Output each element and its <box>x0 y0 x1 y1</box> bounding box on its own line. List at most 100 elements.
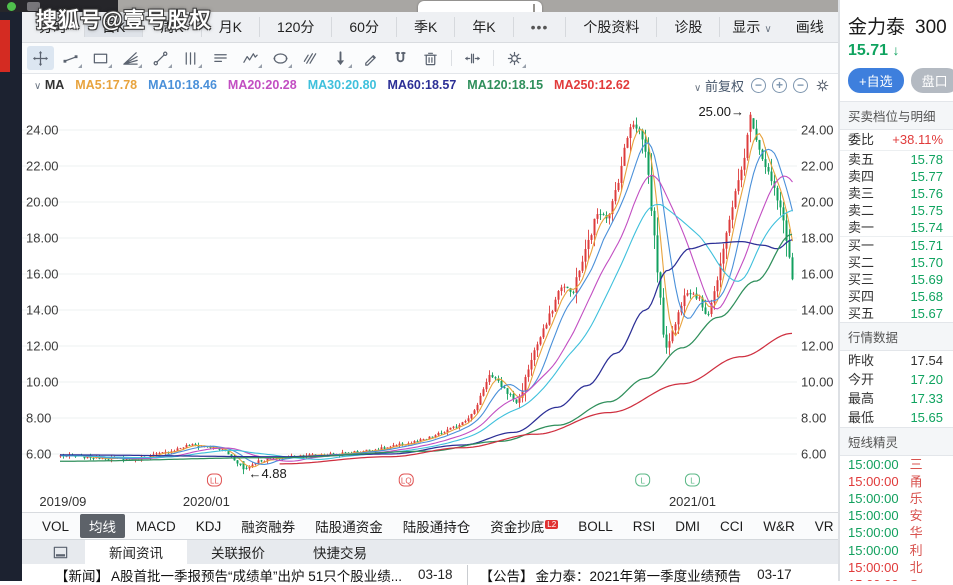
indicator-tab-CCI[interactable]: CCI <box>711 517 752 536</box>
indicator-tabbar: VOL均线MACDKDJ融资融券陆股通资金陆股通持仓资金抄底L2BOLLRSID… <box>22 512 838 539</box>
remove-indicator-button[interactable]: − <box>793 78 808 93</box>
indicator-tab-DMI[interactable]: DMI <box>666 517 709 536</box>
quote-row-买四: 买四15.68 <box>840 288 953 305</box>
bid-levels: 买一15.71买二15.70买三15.69买四15.68买五15.67 <box>840 236 953 322</box>
period-tab-诊股[interactable]: 诊股 <box>657 17 720 37</box>
period-tabs: 分时日K周K月K120分60分季K年K•••个股资料诊股 <box>22 17 720 37</box>
gann-fan-icon[interactable] <box>117 46 144 70</box>
zoom-out-button[interactable]: − <box>751 78 766 93</box>
period-tab-分时[interactable]: 分时 <box>22 17 85 37</box>
vertical-lines-icon[interactable] <box>177 46 204 70</box>
alert-row[interactable]: 15:00:00S <box>840 576 953 581</box>
arrow-down-icon[interactable] <box>327 46 354 70</box>
svg-text:10.00: 10.00 <box>801 375 834 390</box>
alert-row[interactable]: 15:00:00乐 <box>840 490 953 507</box>
period-tab-周K[interactable]: 周K <box>143 17 201 37</box>
x-axis-label: 2019/09 <box>39 494 86 509</box>
indicator-tab-资金抄底[interactable]: 资金抄底L2 <box>481 514 567 538</box>
period-tab-日K[interactable]: 日K <box>85 17 143 37</box>
gear-icon[interactable] <box>501 46 528 70</box>
indicator-tab-MACD[interactable]: MACD <box>127 517 185 536</box>
weibi-label: 委比 <box>848 133 874 147</box>
magnet-icon[interactable] <box>387 46 414 70</box>
trash-icon[interactable] <box>417 46 444 70</box>
ticker-item[interactable]: 【公告】金力泰：2021年第一季度业绩预告03-17 <box>467 565 792 585</box>
news-tab-快捷交易[interactable]: 快捷交易 <box>289 540 391 564</box>
svg-text:8.00: 8.00 <box>26 411 51 426</box>
adjust-mode-dropdown[interactable]: ∨ 前复权 <box>690 76 744 95</box>
ellipse-icon[interactable] <box>267 46 294 70</box>
indicator-tab-融资融券[interactable]: 融资融券 <box>232 514 304 538</box>
quote-row-卖四: 卖四15.77 <box>840 168 953 185</box>
stock-name: 金力泰300 <box>848 12 953 39</box>
svg-text:LQ: LQ <box>401 477 412 486</box>
indicator-tab-陆股通资金[interactable]: 陆股通资金 <box>306 514 392 538</box>
window-traffic-light-green[interactable] <box>7 2 16 11</box>
quote-row-最高: 最高17.33 <box>840 389 953 408</box>
quote-row-卖五: 卖五15.78 <box>840 151 953 168</box>
expand-horizontal-icon[interactable] <box>459 46 486 70</box>
indicator-tab-BOLL[interactable]: BOLL <box>569 517 622 536</box>
indicator-tab-KDJ[interactable]: KDJ <box>187 517 231 536</box>
ma-line-MA30 <box>61 205 793 460</box>
quote-row-买一: 买一15.71 <box>840 237 953 254</box>
indicator-tab-均线[interactable]: 均线 <box>80 514 125 538</box>
chevron-down-icon: ∨ <box>764 24 771 35</box>
alert-row[interactable]: 15:00:00北 <box>840 559 953 576</box>
ask-levels: 卖五15.78卖四15.77卖三15.76卖二15.75卖一15.74 <box>840 151 953 236</box>
alert-row[interactable]: 15:00:00三 <box>840 456 953 473</box>
quote-panel: 金力泰300 15.71 ↓ +自选 盘口 买卖档位与明细 委比 +38.11%… <box>840 0 953 581</box>
menu-画线[interactable]: 画线 <box>784 17 836 37</box>
alert-row[interactable]: 15:00:00安 <box>840 508 953 525</box>
pencil-icon[interactable] <box>357 46 384 70</box>
svg-text:24.00: 24.00 <box>26 123 59 138</box>
kline-chart[interactable]: 6.006.008.008.0010.0010.0012.0012.0014.0… <box>22 96 838 492</box>
l2-badge: L2 <box>545 520 558 529</box>
hatch-icon[interactable] <box>297 46 324 70</box>
ma-value-MA30: MA30:20.80 <box>308 78 377 92</box>
indicator-tab-VOL[interactable]: VOL <box>33 517 78 536</box>
text-note-icon[interactable] <box>207 46 234 70</box>
x-axis-label: 2020/01 <box>183 494 230 509</box>
quote-row-卖三: 卖三15.76 <box>840 185 953 202</box>
alert-row[interactable]: 15:00:00甬 <box>840 473 953 490</box>
price-down-arrow-icon: ↓ <box>893 42 900 58</box>
svg-text:18.00: 18.00 <box>26 231 59 246</box>
alert-row[interactable]: 15:00:00利 <box>840 542 953 559</box>
alert-row[interactable]: 15:00:00华 <box>840 525 953 542</box>
alert-rows: 15:00:00三15:00:00甬15:00:00乐15:00:00安15:0… <box>840 456 953 581</box>
ma-value-MA5: MA5:17.78 <box>75 78 137 92</box>
wave-icon[interactable] <box>237 46 264 70</box>
period-tab-120分[interactable]: 120分 <box>260 17 332 37</box>
move-crosshair-icon[interactable] <box>27 46 54 70</box>
period-tab-60分[interactable]: 60分 <box>332 17 397 37</box>
indicator-tab-VR[interactable]: VR <box>806 517 843 536</box>
measure-icon[interactable] <box>147 46 174 70</box>
titlebar-search-input[interactable] <box>418 1 542 12</box>
period-tab-个股资料[interactable]: 个股资料 <box>566 17 657 37</box>
period-tab-月K[interactable]: 月K <box>202 17 260 37</box>
gear-icon[interactable] <box>815 78 830 93</box>
panel-window-icon[interactable] <box>52 544 69 561</box>
weibi-row: 委比 +38.11% <box>840 130 953 151</box>
toolbar-separator <box>493 50 494 66</box>
menu-显示[interactable]: 显示∨ <box>720 17 783 37</box>
rectangle-icon[interactable] <box>87 46 114 70</box>
zoom-in-button[interactable]: + <box>772 78 787 93</box>
trendline-icon[interactable] <box>57 46 84 70</box>
period-tab-年K[interactable]: 年K <box>455 17 513 37</box>
indicator-tab-陆股通持仓[interactable]: 陆股通持仓 <box>394 514 480 538</box>
ma-title: MA <box>45 78 64 92</box>
period-tab-季K[interactable]: 季K <box>397 17 455 37</box>
svg-text:12.00: 12.00 <box>26 339 59 354</box>
ticker-item[interactable]: 【新闻】A股首批一季报预告“成绩单”出炉 51只个股业绩...03-18 <box>55 565 453 585</box>
news-tab-新闻资讯[interactable]: 新闻资讯 <box>85 540 187 564</box>
indicator-tab-W&R[interactable]: W&R <box>754 517 804 536</box>
period-tab-•••[interactable]: ••• <box>514 17 567 37</box>
news-tab-关联报价[interactable]: 关联报价 <box>187 540 289 564</box>
add-watchlist-button[interactable]: +自选 <box>848 68 904 93</box>
indicator-tab-RSI[interactable]: RSI <box>624 517 665 536</box>
ma-collapse-chevron-icon[interactable]: ∨ MA <box>30 78 64 92</box>
order-book-button[interactable]: 盘口 <box>911 68 953 93</box>
toolbar-separator <box>451 50 452 66</box>
